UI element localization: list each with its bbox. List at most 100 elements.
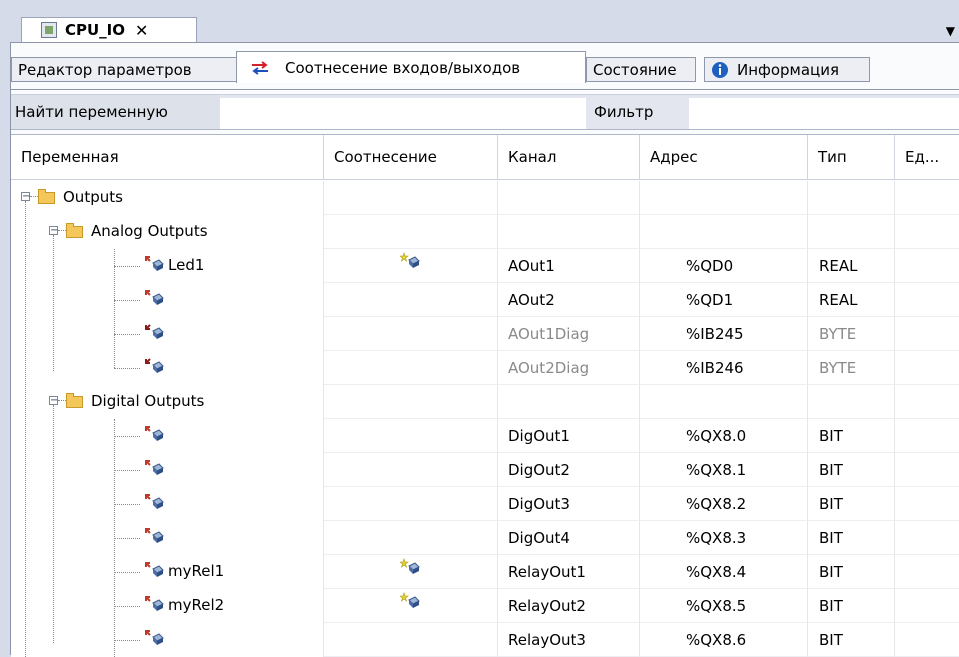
type-value: BIT <box>819 528 843 547</box>
variable-cell[interactable]: myRel2 <box>11 589 324 623</box>
tab-list-dropdown-icon[interactable]: ▼ <box>946 24 955 38</box>
channel-row[interactable]: DigOut1 %QX8.0 BIT <box>11 419 959 453</box>
variable-cell[interactable]: − Outputs <box>11 181 324 215</box>
address-value: %IB246 <box>686 358 744 377</box>
mapping-cell[interactable] <box>324 521 498 555</box>
variable-cell[interactable] <box>11 283 324 317</box>
column-header-channel[interactable]: Канал <box>498 135 640 180</box>
tab-label: Редактор параметров <box>18 60 192 79</box>
column-header-mapping[interactable]: Соотнесение <box>324 135 498 180</box>
mapping-cell[interactable] <box>324 249 498 283</box>
output-channel-icon <box>144 459 164 477</box>
channel-row[interactable]: DigOut3 %QX8.2 BIT <box>11 487 959 521</box>
type-value: BIT <box>819 426 843 445</box>
channel-name: RelayOut3 <box>508 630 586 649</box>
folder-row-outputs[interactable]: − Outputs <box>11 181 959 215</box>
variable-cell[interactable] <box>11 623 324 657</box>
channel-row[interactable]: myRel2 RelayOut2 %QX8.5 BIT <box>11 589 959 623</box>
channel-name-cell: AOut1 <box>498 249 640 283</box>
channel-name: DigOut2 <box>508 460 570 479</box>
mapping-cell[interactable] <box>324 555 498 589</box>
tab-information[interactable]: Информация <box>704 57 870 82</box>
type-value: BIT <box>819 494 843 513</box>
channel-row[interactable]: DigOut4 %QX8.3 BIT <box>11 521 959 555</box>
address-value: %IB245 <box>686 324 744 343</box>
output-channel-icon <box>144 561 164 579</box>
tree-guide-line <box>53 235 54 371</box>
unit-value-cell <box>895 351 959 385</box>
tab-parameter-editor[interactable]: Редактор параметров <box>11 57 238 82</box>
unit-value-cell <box>895 623 959 657</box>
column-header-address[interactable]: Адрес <box>640 135 808 180</box>
info-icon <box>712 61 728 78</box>
type-value-cell <box>808 215 895 249</box>
type-value-cell: BYTE <box>808 317 895 351</box>
variable-name[interactable]: Led1 <box>168 256 204 274</box>
channel-row[interactable]: DigOut2 %QX8.1 BIT <box>11 453 959 487</box>
mapping-cell[interactable] <box>324 487 498 521</box>
type-value-cell <box>808 181 895 215</box>
tab-status[interactable]: Состояние <box>586 57 696 82</box>
channel-name-cell: RelayOut2 <box>498 589 640 623</box>
variable-cell[interactable] <box>11 521 324 555</box>
address-value-cell: %IB246 <box>640 351 808 385</box>
close-tab-icon[interactable]: ✕ <box>135 21 148 40</box>
folder-label: Outputs <box>63 188 123 206</box>
variable-name[interactable]: myRel2 <box>168 596 224 614</box>
folder-row-digital-outputs[interactable]: − Digital Outputs <box>11 385 959 419</box>
type-value-cell: BIT <box>808 589 895 623</box>
mapping-cell[interactable] <box>324 283 498 317</box>
mapping-cell[interactable] <box>324 589 498 623</box>
channel-name-cell: AOut2 <box>498 283 640 317</box>
channel-row[interactable]: myRel1 RelayOut1 %QX8.4 BIT <box>11 555 959 589</box>
variable-cell[interactable] <box>11 487 324 521</box>
device-editor-panel: Редактор параметров Соотнесение входов/в… <box>10 42 959 657</box>
editor-tab-cpu-io[interactable]: CPU_IO ✕ <box>21 17 197 42</box>
channel-row[interactable]: Led1 AOut1 %QD0 REAL <box>11 249 959 283</box>
address-value-cell: %QX8.0 <box>640 419 808 453</box>
variable-name[interactable]: myRel1 <box>168 562 224 580</box>
variable-cell[interactable]: Led1 <box>11 249 324 283</box>
output-channel-icon <box>144 425 164 443</box>
channel-name-cell: DigOut3 <box>498 487 640 521</box>
mapping-cell[interactable] <box>324 385 498 419</box>
mapping-cell[interactable] <box>324 419 498 453</box>
channel-row[interactable]: RelayOut3 %QX8.6 BIT <box>11 623 959 657</box>
mapping-cell[interactable] <box>324 453 498 487</box>
mapping-cell[interactable] <box>324 351 498 385</box>
mapping-cell[interactable] <box>324 181 498 215</box>
filter-input[interactable] <box>689 98 959 129</box>
tree-expander-icon[interactable]: − <box>49 226 58 236</box>
mapping-cell[interactable] <box>324 215 498 249</box>
address-value-cell <box>640 215 808 249</box>
variable-cell[interactable] <box>11 419 324 453</box>
variable-cell[interactable]: − Analog Outputs <box>11 215 324 249</box>
channel-name: AOut1Diag <box>508 324 590 343</box>
column-header-type[interactable]: Тип <box>808 135 895 180</box>
address-value: %QX8.2 <box>686 494 747 513</box>
variable-cell[interactable]: myRel1 <box>11 555 324 589</box>
channel-row[interactable]: AOut1Diag %IB245 BYTE <box>11 317 959 351</box>
variable-cell[interactable] <box>11 453 324 487</box>
channel-row[interactable]: AOut2 %QD1 REAL <box>11 283 959 317</box>
type-value: BIT <box>819 596 843 615</box>
address-value-cell: %QX8.5 <box>640 589 808 623</box>
find-variable-input[interactable] <box>220 98 586 129</box>
unit-value-cell <box>895 317 959 351</box>
column-header-variable[interactable]: Переменная <box>11 135 324 180</box>
mapping-cell[interactable] <box>324 623 498 657</box>
type-value: REAL <box>819 256 858 275</box>
channel-name: DigOut4 <box>508 528 570 547</box>
input-channel-icon <box>144 357 164 375</box>
tree-expander-icon[interactable]: − <box>49 396 58 406</box>
folder-row-analog-outputs[interactable]: − Analog Outputs <box>11 215 959 249</box>
variable-cell[interactable] <box>11 351 324 385</box>
variable-cell[interactable]: − Digital Outputs <box>11 385 324 419</box>
mapping-cell[interactable] <box>324 317 498 351</box>
tab-io-mapping[interactable]: Соотнесение входов/выходов <box>236 51 586 83</box>
tree-expander-icon[interactable]: − <box>21 192 30 202</box>
channel-row[interactable]: AOut2Diag %IB246 BYTE <box>11 351 959 385</box>
channel-name: RelayOut1 <box>508 562 586 581</box>
column-header-unit[interactable]: Ед... <box>895 135 959 180</box>
variable-cell[interactable] <box>11 317 324 351</box>
